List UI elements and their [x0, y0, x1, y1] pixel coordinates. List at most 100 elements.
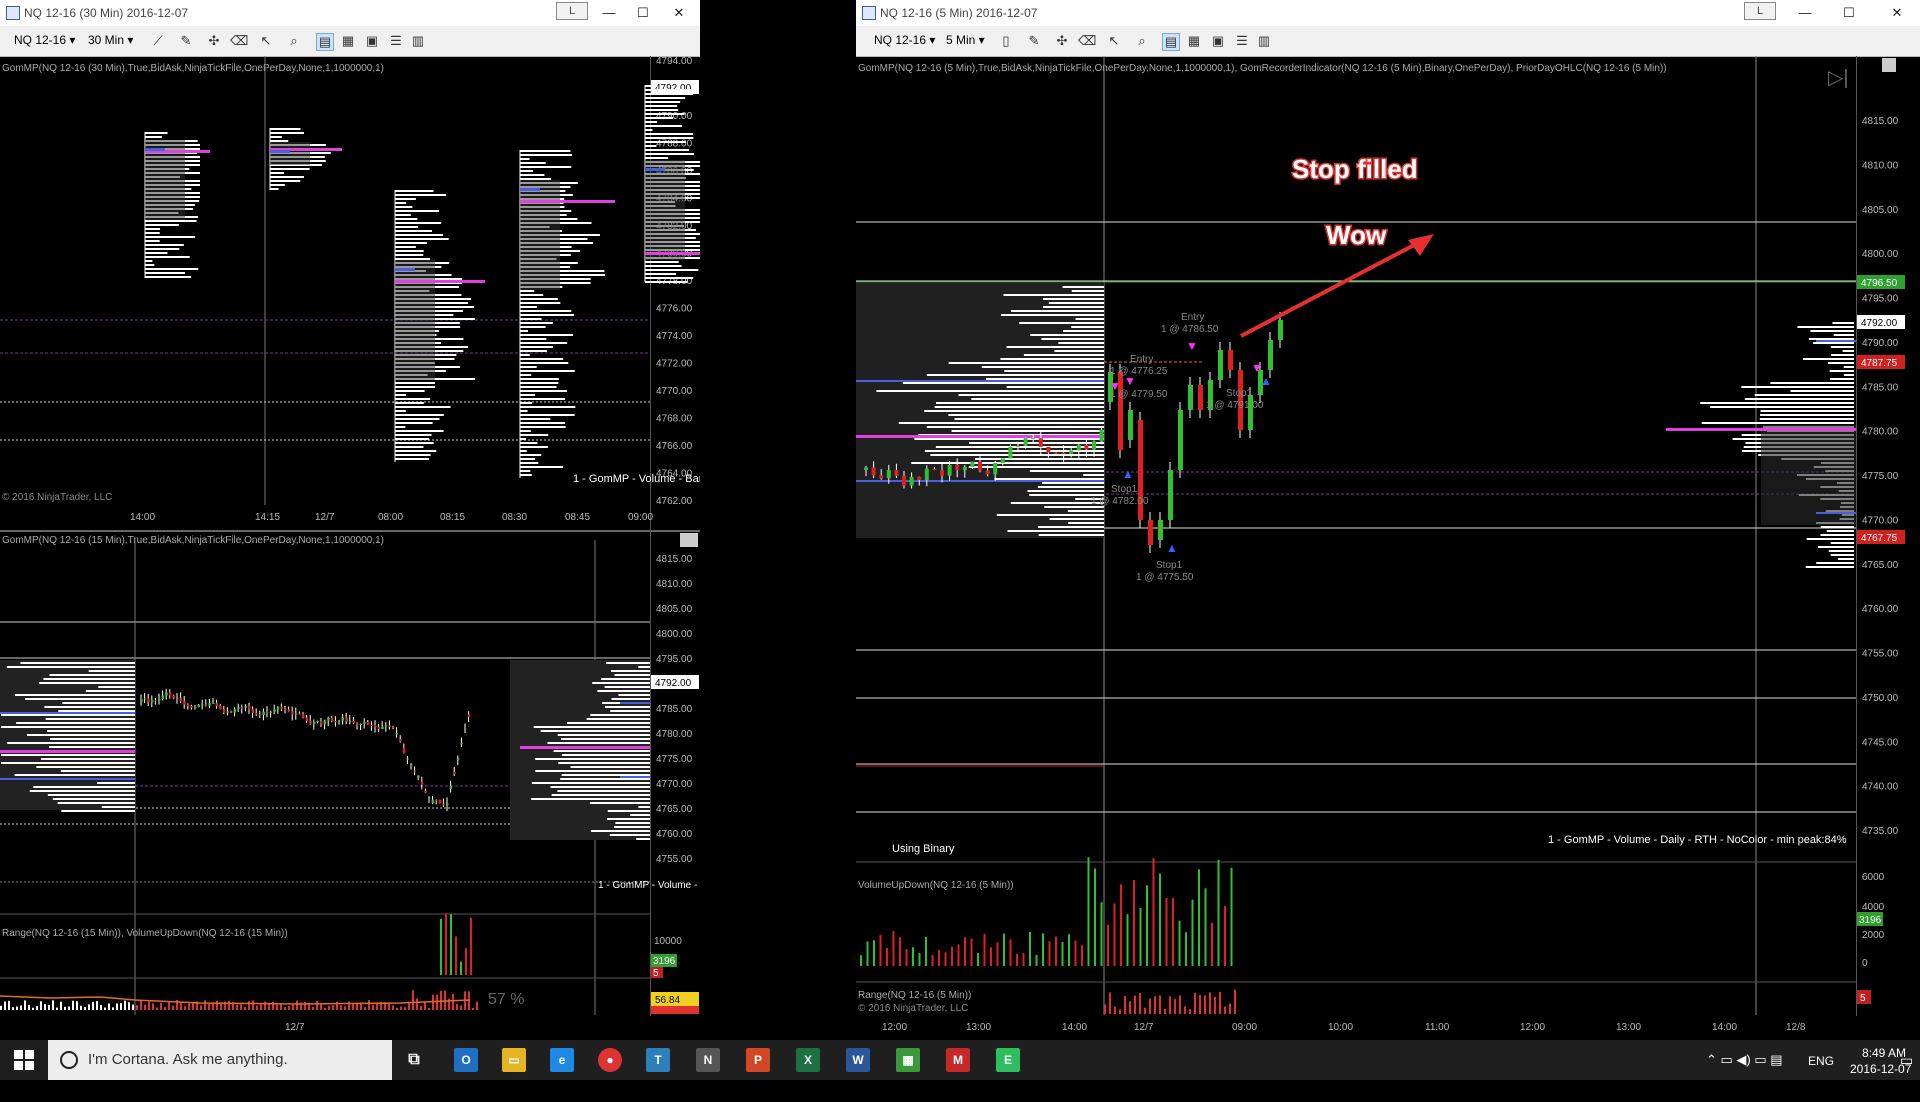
- profile-bar: [586, 718, 650, 720]
- candle-body: [262, 711, 265, 716]
- evernote-icon[interactable]: E: [996, 1048, 1020, 1072]
- volume-bar: [1198, 869, 1200, 966]
- annotation-arrow: [1240, 241, 1419, 338]
- range-bar: [1169, 996, 1171, 1014]
- panel-divider: [0, 530, 700, 532]
- start-button[interactable]: [10, 1040, 38, 1080]
- tws-icon[interactable]: T: [646, 1048, 670, 1072]
- profile-bar: [62, 702, 135, 704]
- volume-bar: [879, 934, 882, 966]
- volume-bar: [866, 941, 869, 966]
- time-tick-label: 14:00: [1062, 1022, 1087, 1033]
- edge-icon[interactable]: e: [550, 1048, 574, 1072]
- profile-bar: [645, 137, 694, 139]
- profile-bar: [145, 264, 155, 266]
- value-area: [270, 142, 310, 165]
- candle-body: [1188, 385, 1193, 410]
- profile-bar: [395, 246, 416, 248]
- profile-bar: [1754, 394, 1854, 396]
- profile-bar: [61, 810, 135, 812]
- range-bar: [332, 1005, 334, 1010]
- candle-body: [993, 463, 998, 475]
- candle-body: [140, 698, 143, 702]
- price-tick-label: 4805.00: [1862, 205, 1899, 216]
- price-tick-label: 4765.00: [656, 804, 693, 815]
- powerpoint-icon[interactable]: P: [746, 1048, 770, 1072]
- candle-body: [172, 695, 175, 699]
- profile-bar: [395, 250, 424, 252]
- range-bar: [152, 1003, 154, 1010]
- range-bar: [1154, 996, 1156, 1014]
- file-explorer-icon[interactable]: ▭: [502, 1048, 526, 1072]
- profile-bar: [520, 302, 561, 304]
- profile-bar: [520, 174, 545, 176]
- profile-bar: [58, 710, 136, 712]
- price-tick-label: 4815.00: [1862, 116, 1899, 127]
- candle-body: [894, 470, 899, 476]
- range-bar: [328, 1005, 330, 1010]
- range-bar: [140, 1000, 142, 1010]
- profile-bar: [520, 398, 566, 400]
- tray-icons[interactable]: ⌃ ▭ ◀) ▭ ▤: [1706, 1052, 1783, 1092]
- range-bar: [392, 1005, 394, 1010]
- va-high-line: [395, 268, 415, 271]
- value-area: [395, 260, 435, 380]
- candle-body: [366, 722, 370, 725]
- cortana-search-box[interactable]: I'm Cortana. Ask me anything.: [48, 1040, 392, 1080]
- volume-bar: [990, 947, 992, 966]
- candle-body: [197, 704, 201, 708]
- range-bar: [1219, 991, 1221, 1014]
- profile-bar: [607, 810, 650, 812]
- trade-label-detail: 1 @ 4786.50: [1161, 324, 1219, 335]
- candle-body: [1268, 340, 1273, 370]
- left-chart-area[interactable]: GomMP(NQ 12-16 (30 Min),True,BidAsk,Ninj…: [0, 0, 700, 1040]
- task-view-icon[interactable]: ⧉: [402, 1048, 426, 1072]
- profile-bar: [1833, 334, 1854, 336]
- profile-bar: [520, 170, 533, 172]
- profile-bar: [986, 378, 1104, 380]
- profile-bar: [395, 206, 413, 208]
- profile-bar: [1006, 346, 1104, 348]
- ninjatrader-icon[interactable]: N: [696, 1048, 720, 1072]
- candle-body: [327, 717, 330, 721]
- profile-bar: [645, 113, 685, 115]
- range-bar: [276, 1004, 278, 1010]
- volume-bar: [1146, 885, 1148, 966]
- price-tick-label: 4762.00: [656, 496, 693, 507]
- excel-icon[interactable]: X: [796, 1048, 820, 1072]
- chrome-icon[interactable]: ●: [598, 1048, 622, 1072]
- outlook-icon[interactable]: O: [454, 1048, 478, 1072]
- profile-bar: [270, 188, 279, 190]
- candle-body: [410, 764, 413, 766]
- candle-body: [424, 790, 427, 793]
- gmail-icon[interactable]: M: [946, 1048, 970, 1072]
- profile-bar: [1006, 386, 1104, 388]
- profile-bar: [520, 410, 528, 412]
- profile-bar: [145, 224, 179, 226]
- profile-bar: [1830, 542, 1854, 544]
- profile-bar: [395, 406, 451, 408]
- candle-body: [161, 695, 165, 700]
- candle-body: [269, 711, 273, 713]
- profile-bar: [49, 746, 135, 748]
- calculator-icon[interactable]: ▦: [896, 1048, 920, 1072]
- profile-bar: [1, 714, 135, 716]
- profile-bar: [533, 726, 650, 728]
- annotation-wow: Wow: [1326, 220, 1387, 250]
- candle-body: [334, 721, 337, 723]
- range-bar: [80, 1005, 82, 1010]
- right-chart-area[interactable]: GomMP(NQ 12-16 (5 Min),True,BidAsk,Ninja…: [856, 0, 1920, 1040]
- profile-bar: [557, 790, 650, 792]
- trade-label-detail: 1 @ 4779.50: [1110, 389, 1168, 400]
- candle-body: [955, 465, 960, 471]
- word-icon[interactable]: W: [846, 1048, 870, 1072]
- volume-bar: [977, 952, 979, 966]
- candle-body: [392, 726, 395, 728]
- time-tick-label: 14:00: [130, 512, 155, 523]
- profile-bar: [270, 140, 289, 142]
- language-indicator[interactable]: ENG: [1808, 1054, 1834, 1094]
- action-center-icon[interactable]: ▭: [1900, 1052, 1913, 1092]
- range-bar: [1229, 1003, 1231, 1014]
- range-bar: [316, 1000, 318, 1010]
- candle-body: [165, 692, 168, 696]
